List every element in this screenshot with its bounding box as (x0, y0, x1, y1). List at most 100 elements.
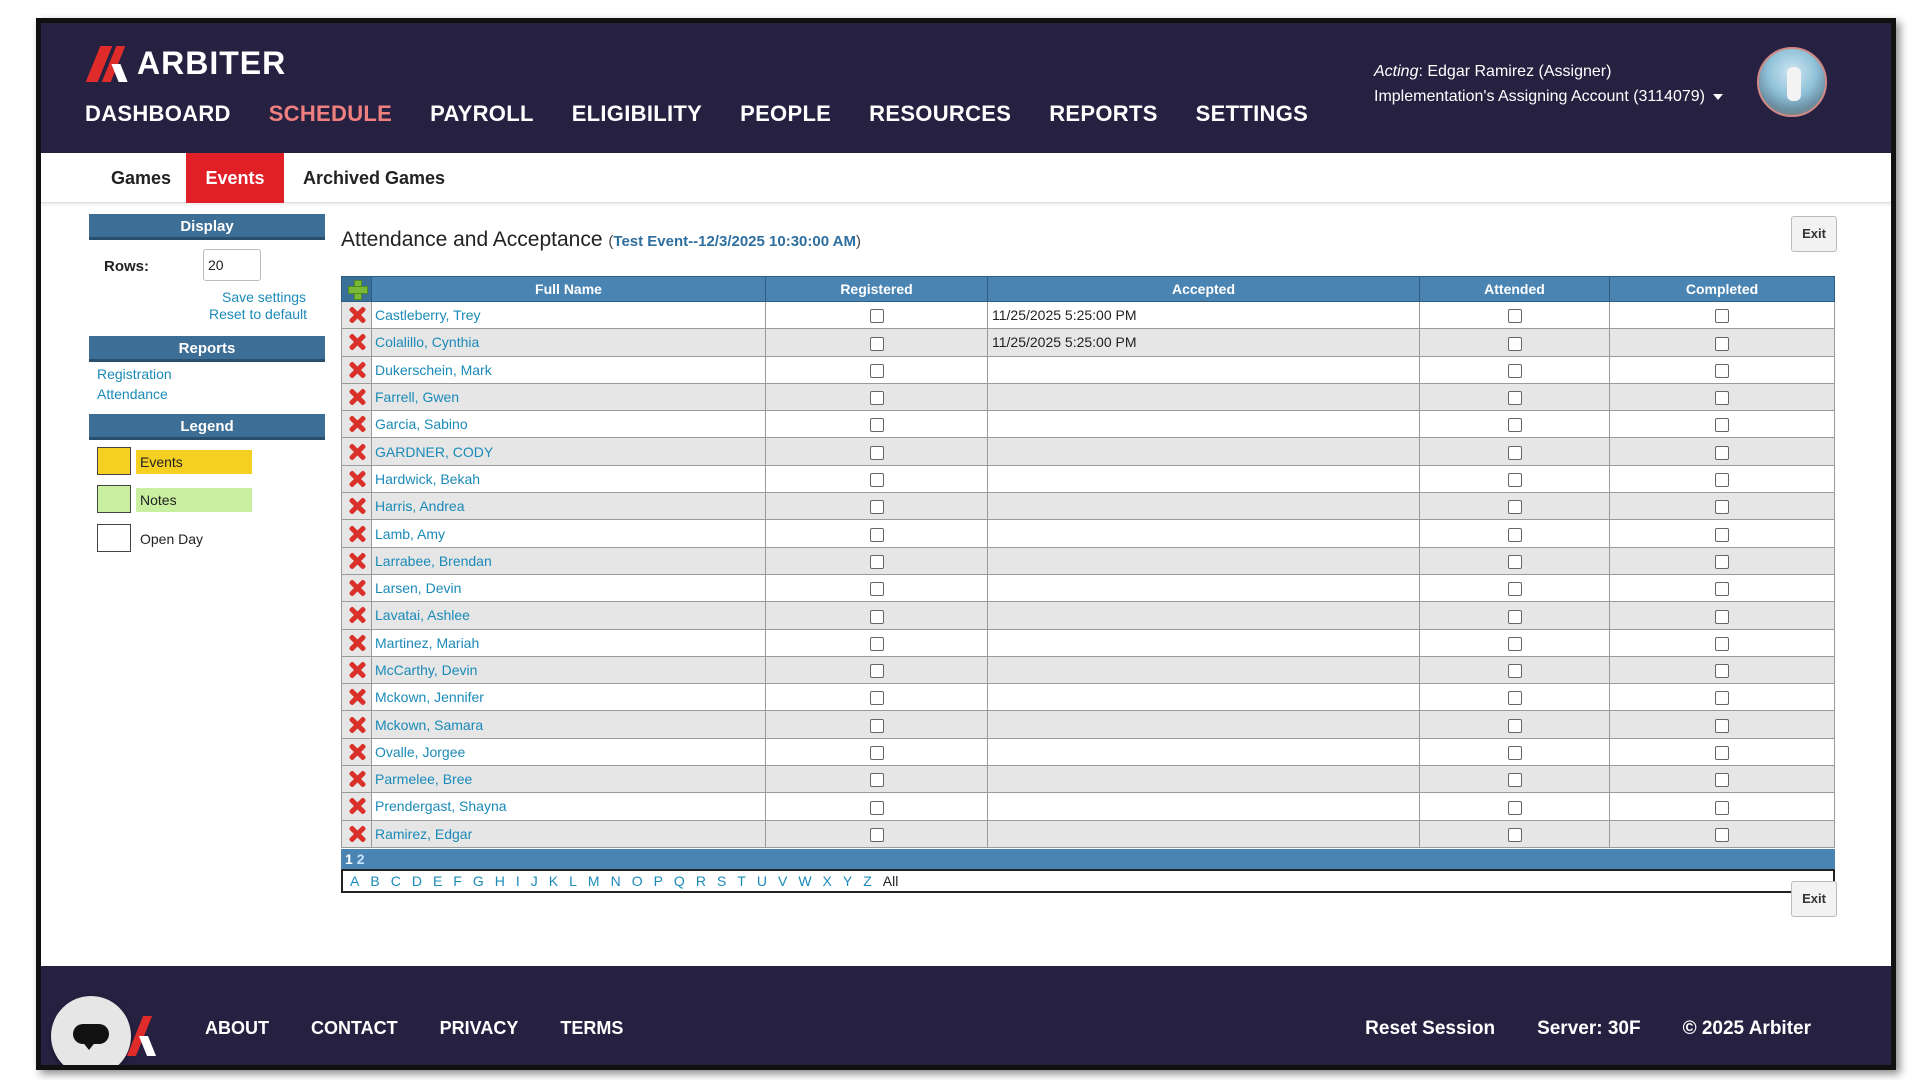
registered-checkbox[interactable] (869, 691, 884, 706)
nav-schedule[interactable]: SCHEDULE (269, 101, 392, 127)
alpha-filter-all[interactable]: All (883, 873, 899, 889)
remove-row-cell[interactable] (341, 300, 372, 330)
completed-checkbox[interactable] (1715, 664, 1729, 679)
chat-bubble-icon[interactable] (51, 996, 131, 1065)
completed-checkbox[interactable] (1715, 800, 1729, 815)
completed-checkbox[interactable] (1715, 582, 1729, 597)
completed-checkbox[interactable] (1715, 500, 1729, 515)
registered-checkbox[interactable] (869, 718, 884, 733)
attended-checkbox[interactable] (1507, 309, 1522, 324)
alpha-filter-z[interactable]: Z (863, 873, 872, 889)
remove-icon[interactable] (347, 715, 367, 735)
remove-row-cell[interactable] (341, 819, 372, 848)
nav-reports[interactable]: REPORTS (1049, 101, 1157, 127)
footer-terms-link[interactable]: TERMS (560, 1018, 623, 1039)
remove-row-cell[interactable] (341, 683, 372, 712)
footer-contact-link[interactable]: CONTACT (311, 1018, 398, 1039)
row-full-name[interactable]: Ovalle, Jorgee (371, 737, 766, 767)
alpha-filter-t[interactable]: T (737, 873, 746, 889)
registered-checkbox[interactable] (869, 554, 884, 569)
remove-row-cell[interactable] (341, 765, 372, 794)
remove-icon[interactable] (347, 387, 367, 407)
alpha-filter-b[interactable]: B (370, 873, 379, 889)
alpha-filter-w[interactable]: W (798, 873, 811, 889)
remove-icon[interactable] (347, 660, 367, 680)
row-full-name[interactable]: Mckown, Samara (371, 710, 766, 739)
remove-row-cell[interactable] (341, 546, 372, 575)
attendance-report-link[interactable]: Attendance (97, 386, 168, 402)
completed-checkbox[interactable] (1715, 773, 1729, 788)
registered-checkbox[interactable] (869, 363, 884, 378)
remove-icon[interactable] (347, 360, 367, 380)
registered-checkbox[interactable] (869, 309, 884, 324)
attended-checkbox[interactable] (1507, 827, 1522, 842)
nav-eligibility[interactable]: ELIGIBILITY (572, 101, 702, 127)
attended-checkbox[interactable] (1507, 336, 1522, 351)
completed-checkbox[interactable] (1715, 363, 1729, 378)
attended-checkbox[interactable] (1507, 609, 1522, 624)
attended-checkbox[interactable] (1507, 473, 1522, 488)
alpha-filter-d[interactable]: D (412, 873, 422, 889)
alpha-filter-g[interactable]: G (473, 873, 484, 889)
attended-checkbox[interactable] (1507, 363, 1522, 378)
alpha-filter-y[interactable]: Y (843, 873, 852, 889)
registered-checkbox[interactable] (869, 609, 884, 624)
alpha-filter-l[interactable]: L (569, 873, 577, 889)
row-full-name[interactable]: Lamb, Amy (371, 519, 766, 548)
nav-settings[interactable]: SETTINGS (1196, 101, 1308, 127)
completed-checkbox[interactable] (1715, 691, 1729, 706)
alpha-filter-a[interactable]: A (350, 873, 359, 889)
remove-icon[interactable] (347, 469, 367, 489)
attended-checkbox[interactable] (1507, 582, 1522, 597)
completed-checkbox[interactable] (1715, 445, 1729, 460)
account-selector[interactable]: Implementation's Assigning Account (3114… (1374, 84, 1723, 109)
row-full-name[interactable]: Prendergast, Shayna (371, 792, 766, 821)
row-full-name[interactable]: Larsen, Devin (371, 573, 766, 603)
registered-checkbox[interactable] (869, 391, 884, 406)
row-full-name[interactable]: Ramirez, Edgar (371, 819, 766, 848)
completed-checkbox[interactable] (1715, 554, 1729, 569)
remove-row-cell[interactable] (341, 410, 372, 439)
alpha-filter-m[interactable]: M (588, 873, 600, 889)
remove-row-cell[interactable] (341, 355, 372, 384)
alpha-filter-v[interactable]: V (778, 873, 787, 889)
alpha-filter-c[interactable]: C (391, 873, 401, 889)
row-full-name[interactable]: Parmelee, Bree (371, 765, 766, 794)
remove-row-cell[interactable] (341, 437, 372, 466)
remove-row-cell[interactable] (341, 628, 372, 657)
tab-games[interactable]: Games (93, 153, 189, 203)
page-2-link[interactable]: 2 (357, 851, 365, 867)
registered-checkbox[interactable] (869, 773, 884, 788)
row-full-name[interactable]: Dukerschein, Mark (371, 355, 766, 384)
alpha-filter-r[interactable]: R (696, 873, 706, 889)
reset-default-link[interactable]: Reset to default (209, 306, 307, 322)
row-full-name[interactable]: Colalillo, Cynthia (371, 328, 766, 357)
registered-checkbox[interactable] (869, 500, 884, 515)
remove-icon[interactable] (347, 824, 367, 844)
remove-icon[interactable] (347, 305, 367, 325)
completed-checkbox[interactable] (1715, 527, 1729, 542)
row-full-name[interactable]: McCarthy, Devin (371, 655, 766, 685)
reset-session-link[interactable]: Reset Session (1365, 1018, 1495, 1040)
nav-resources[interactable]: RESOURCES (869, 101, 1011, 127)
row-full-name[interactable]: Garcia, Sabino (371, 410, 766, 439)
alpha-filter-q[interactable]: Q (674, 873, 685, 889)
nav-people[interactable]: PEOPLE (740, 101, 831, 127)
add-icon[interactable] (347, 279, 368, 300)
row-full-name[interactable]: Larrabee, Brendan (371, 546, 766, 575)
remove-row-cell[interactable] (341, 655, 372, 685)
registered-checkbox[interactable] (869, 827, 884, 842)
attended-checkbox[interactable] (1507, 664, 1522, 679)
attended-checkbox[interactable] (1507, 554, 1522, 569)
alpha-filter-o[interactable]: O (632, 873, 643, 889)
alpha-filter-x[interactable]: X (823, 873, 832, 889)
registered-checkbox[interactable] (869, 582, 884, 597)
remove-row-cell[interactable] (341, 737, 372, 767)
row-full-name[interactable]: GARDNER, CODY (371, 437, 766, 466)
attended-checkbox[interactable] (1507, 691, 1522, 706)
remove-row-cell[interactable] (341, 601, 372, 630)
nav-payroll[interactable]: PAYROLL (430, 101, 534, 127)
remove-icon[interactable] (347, 742, 367, 762)
exit-button-bottom[interactable]: Exit (1791, 881, 1837, 917)
completed-checkbox[interactable] (1715, 609, 1729, 624)
